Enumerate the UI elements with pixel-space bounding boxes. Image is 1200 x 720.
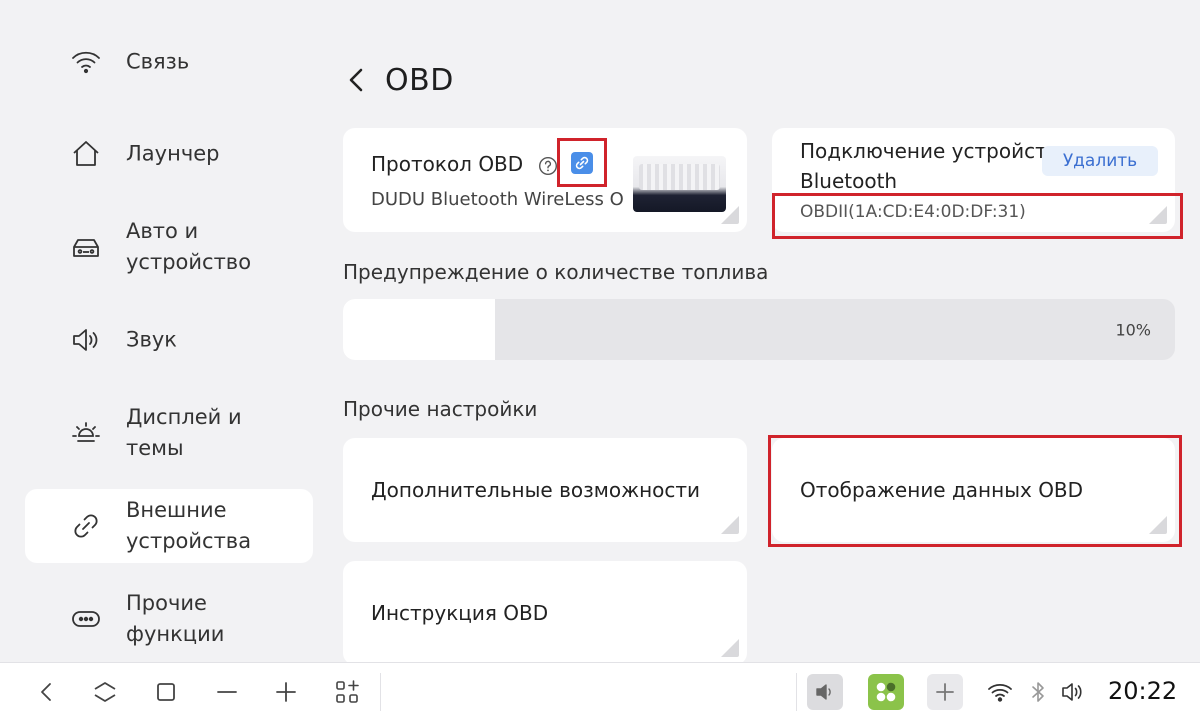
- slider-value: 10%: [1115, 320, 1151, 339]
- minus-icon[interactable]: [210, 675, 244, 709]
- add-tile[interactable]: [927, 674, 963, 710]
- volume-icon: [1062, 683, 1082, 701]
- card-corner-indicator: [721, 639, 739, 657]
- sidebar-item-label-text: Авто и устройство: [126, 219, 252, 274]
- sidebar-item-label-text: Дисплей и темы: [126, 405, 242, 460]
- sidebar-item-display-themes[interactable]: Дисплей и темы: [25, 396, 313, 470]
- other-settings-label: Прочие настройки: [343, 397, 538, 421]
- volume-tile[interactable]: [807, 674, 843, 710]
- sidebar-item-external-devices[interactable]: Внешние устройства: [25, 489, 313, 563]
- sidebar-item-label-text: Внешние устройства: [126, 498, 252, 553]
- sidebar-item-sound[interactable]: Звук: [25, 303, 313, 377]
- page-header: OBD: [343, 58, 454, 102]
- divider: [380, 673, 381, 711]
- more-icon: [72, 611, 100, 627]
- app-tile[interactable]: [868, 674, 904, 710]
- obd-instructions-card[interactable]: Инструкция OBD: [343, 561, 747, 665]
- slider-fill: [343, 299, 496, 360]
- home-icon: [73, 141, 99, 166]
- obd-display-highlight-frame: [768, 435, 1182, 547]
- card-corner-indicator: [721, 516, 739, 534]
- wifi-icon: [988, 683, 1012, 702]
- extra-features-label: Дополнительные возможности: [371, 478, 701, 502]
- volume-tile-icon: [816, 684, 831, 700]
- protocol-title: Протокол OBD: [371, 152, 524, 176]
- link-highlight-frame: [557, 138, 607, 187]
- question-circle-icon[interactable]: [538, 156, 558, 176]
- sidebar-item-label: Прочие функции: [126, 588, 306, 650]
- link-icon: [74, 514, 98, 538]
- sidebar-item-label: Внешние устройства: [126, 495, 306, 557]
- protocol-subtitle: DUDU Bluetooth WireLess O: [371, 189, 624, 210]
- plus-icon[interactable]: [269, 675, 303, 709]
- sun-icon: [72, 422, 100, 442]
- bluetooth-icon: [1032, 682, 1044, 702]
- link-button[interactable]: [571, 151, 593, 174]
- app-tile-icon: [876, 682, 896, 702]
- chevron-left-icon[interactable]: [343, 60, 369, 100]
- bluetooth-title-line1: Подключение устройст: [800, 139, 1047, 163]
- add-tile-icon: [936, 683, 954, 701]
- obd-instructions-label: Инструкция OBD: [371, 601, 549, 625]
- back-icon[interactable]: [30, 675, 64, 709]
- link-icon: [575, 156, 589, 169]
- bluetooth-title-line2: Bluetooth: [800, 169, 898, 193]
- sidebar-item-label: Дисплей и темы: [126, 402, 306, 464]
- home-icon[interactable]: [88, 675, 122, 709]
- sidebar-item-label: Авто и устройство: [126, 216, 306, 278]
- sidebar-item-connection[interactable]: Связь: [25, 25, 313, 99]
- divider: [796, 673, 797, 711]
- sidebar-item-launcher[interactable]: Лаунчер: [25, 117, 313, 191]
- page-title: OBD: [385, 62, 454, 98]
- sidebar-item-label: Звук: [126, 327, 177, 352]
- delete-button[interactable]: Удалить: [1042, 146, 1158, 176]
- clock: 20:22: [1108, 677, 1178, 705]
- sidebar-item-other-functions[interactable]: Прочие функции: [25, 582, 313, 656]
- sidebar-item-label: Лаунчер: [126, 141, 220, 166]
- bluetooth-card-title: Подключение устройст Bluetooth: [800, 136, 1047, 196]
- wifi-icon: [72, 51, 100, 74]
- recents-icon[interactable]: [149, 675, 183, 709]
- apps-icon[interactable]: [330, 675, 364, 709]
- system-bottom-bar: 20:22: [0, 662, 1200, 720]
- speaker-icon: [73, 329, 98, 351]
- sidebar-item-label-text: Прочие функции: [126, 591, 225, 646]
- sidebar-item-label: Связь: [126, 49, 190, 74]
- obd-adapter-image: [633, 156, 726, 212]
- sidebar-item-car-device[interactable]: Авто и устройство: [25, 210, 313, 284]
- protocol-title-row: Протокол OBD: [371, 152, 558, 176]
- fuel-warning-slider[interactable]: 10%: [343, 299, 1175, 360]
- fuel-warning-label: Предупреждение о количестве топлива: [343, 260, 769, 284]
- car-icon: [73, 239, 99, 257]
- device-address: OBDII(1A:CD:E4:0D:DF:31): [800, 202, 1026, 222]
- extra-features-card[interactable]: Дополнительные возможности: [343, 438, 747, 542]
- sidebar: Связь Лаунчер Авто и устройство Звук Дис…: [0, 0, 330, 662]
